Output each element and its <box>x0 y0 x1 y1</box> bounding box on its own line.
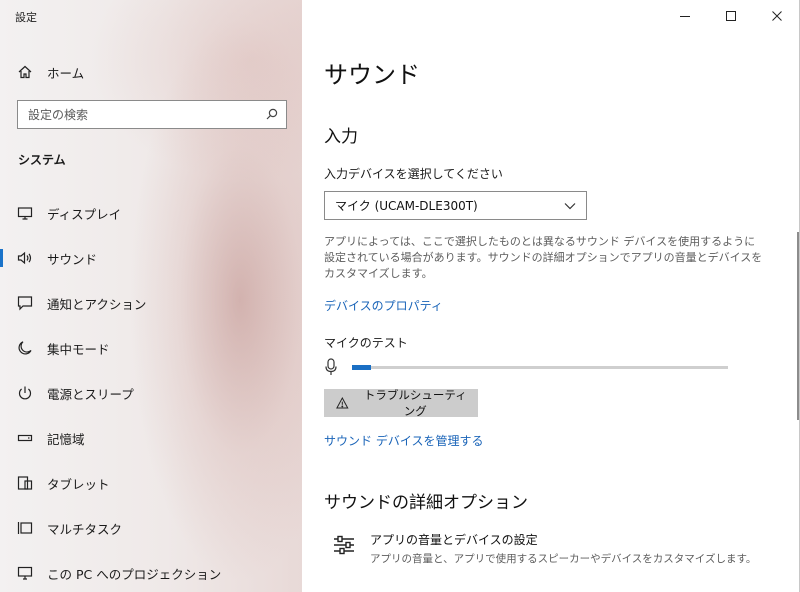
device-properties-link[interactable]: デバイスのプロパティ <box>324 297 443 314</box>
notification-icon <box>17 295 33 311</box>
sidebar-item-label: 集中モード <box>47 341 110 357</box>
sidebar-item-projection[interactable]: この PC へのプロジェクション <box>0 553 302 592</box>
sidebar-item-label: マルチタスク <box>47 521 123 537</box>
chevron-down-icon <box>564 202 576 209</box>
sidebar-item-home[interactable]: ホーム <box>0 52 302 92</box>
routing-description: アプリによっては、ここで選択したものとは異なるサウンド デバイスを使用するように… <box>324 235 763 280</box>
page-title: サウンド <box>324 61 420 89</box>
sidebar-item-label: ホーム <box>47 65 85 81</box>
moon-icon <box>17 340 33 356</box>
app-volume-text: アプリの音量とデバイスの設定 アプリの音量と、アプリで使用するスピーカーやデバイ… <box>370 527 756 566</box>
sidebar-item-label: ディスプレイ <box>47 206 122 222</box>
sidebar-item-tablet[interactable]: タブレット <box>0 463 302 503</box>
mic-test-label: マイクのテスト <box>324 336 408 350</box>
microphone-icon <box>325 358 337 375</box>
main-content: サウンド 入力 入力デバイスを選択してください マイク (UCAM-DLE300… <box>302 0 800 592</box>
search-box[interactable] <box>17 100 287 129</box>
monitor-icon <box>17 205 33 221</box>
multitask-icon <box>17 520 33 536</box>
app-volume-desc: アプリの音量と、アプリで使用するスピーカーやデバイスをカスタマイズします。 <box>370 553 757 565</box>
home-icon <box>17 64 33 80</box>
app-volume-title: アプリの音量とデバイスの設定 <box>370 533 538 547</box>
input-heading: 入力 <box>324 127 358 147</box>
dropdown-selected-value: マイク (UCAM-DLE300T) <box>335 199 478 213</box>
device-select-label: 入力デバイスを選択してください <box>324 167 503 181</box>
sidebar-item-label: 通知とアクション <box>47 296 147 312</box>
sidebar: 設定 ホーム システム ディスプレイ サウンド <box>0 0 302 592</box>
sidebar-item-power[interactable]: 電源とスリープ <box>0 373 302 413</box>
settings-window: 設定 ホーム システム ディスプレイ サウンド <box>0 0 800 592</box>
mic-test-meter <box>324 358 736 376</box>
sidebar-item-storage[interactable]: 記憶域 <box>0 418 302 458</box>
storage-icon <box>17 430 33 446</box>
speaker-icon <box>17 250 33 266</box>
mic-level-fill <box>352 364 371 370</box>
sidebar-item-label: タブレット <box>47 476 110 492</box>
section-label-system: システム <box>18 153 66 167</box>
sidebar-item-focus[interactable]: 集中モード <box>0 328 302 368</box>
search-input[interactable] <box>28 107 248 122</box>
sidebar-item-label: サウンド <box>47 251 98 267</box>
sidebar-item-label: 記憶域 <box>47 431 85 447</box>
sidebar-item-notifications[interactable]: 通知とアクション <box>0 283 302 323</box>
troubleshoot-button[interactable]: トラブルシューティング <box>324 388 478 418</box>
projection-icon <box>17 565 33 581</box>
sidebar-item-multitask[interactable]: マルチタスク <box>0 508 302 548</box>
warning-icon <box>336 397 349 409</box>
input-device-dropdown[interactable]: マイク (UCAM-DLE300T) <box>324 191 587 220</box>
sidebar-item-label: 電源とスリープ <box>47 386 134 402</box>
sidebar-item-label: この PC へのプロジェクション <box>47 566 222 582</box>
app-volume-settings-item[interactable]: アプリの音量とデバイスの設定 アプリの音量と、アプリで使用するスピーカーやデバイ… <box>332 527 772 571</box>
sidebar-item-display[interactable]: ディスプレイ <box>0 193 302 233</box>
sliders-icon <box>334 535 354 555</box>
power-icon <box>17 385 33 401</box>
advanced-heading: サウンドの詳細オプション <box>324 493 528 513</box>
manage-devices-link[interactable]: サウンド デバイスを管理する <box>324 432 483 449</box>
tablet-icon <box>17 475 33 491</box>
search-icon[interactable] <box>266 105 278 124</box>
sidebar-item-sound[interactable]: サウンド <box>0 238 302 278</box>
mic-level-track <box>352 364 728 370</box>
troubleshoot-label: トラブルシューティング <box>363 388 467 418</box>
window-title: 設定 <box>15 11 37 24</box>
